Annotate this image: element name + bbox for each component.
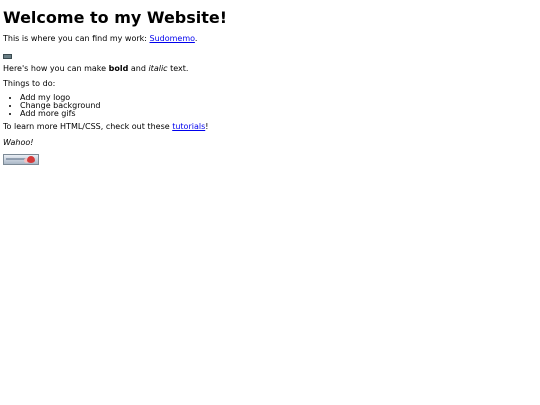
learn-suffix: ! (205, 122, 209, 131)
badge-text-mark (6, 158, 26, 160)
web-badge-image (3, 154, 39, 165)
intro-text: This is where you can find my work: (3, 34, 150, 43)
page-title: Welcome to my Website! (3, 8, 228, 27)
intro-end: . (194, 34, 198, 43)
learn-prefix: To learn more HTML/CSS, check out these (3, 122, 173, 131)
formatting-suffix: text. (167, 64, 189, 73)
list-item: Change background (20, 102, 533, 110)
list-item: Add more gifs (20, 110, 533, 118)
formatting-prefix: Here's how you can make (3, 64, 109, 73)
wahoo-text: Wahoo! (3, 138, 34, 147)
learn-paragraph: To learn more HTML/CSS, check out these … (3, 122, 533, 132)
small-image (3, 54, 12, 59)
bold-text: bold (108, 64, 129, 73)
page-content: Welcome to my Website! This is where you… (3, 0, 533, 165)
intro-paragraph: This is where you can find my work: Sudo… (3, 34, 533, 44)
formatting-and: and (128, 64, 149, 73)
todo-heading: Things to do: (3, 79, 56, 88)
todo-list: Add my logo Change background Add more g… (3, 94, 533, 118)
tutorials-link[interactable]: tutorials (172, 122, 205, 131)
formatting-paragraph: Here's how you can make bold and italic … (3, 64, 533, 74)
italic-text: italic (148, 64, 168, 73)
heart-icon (27, 156, 35, 163)
sudomemo-link[interactable]: Sudomemo (150, 34, 195, 43)
